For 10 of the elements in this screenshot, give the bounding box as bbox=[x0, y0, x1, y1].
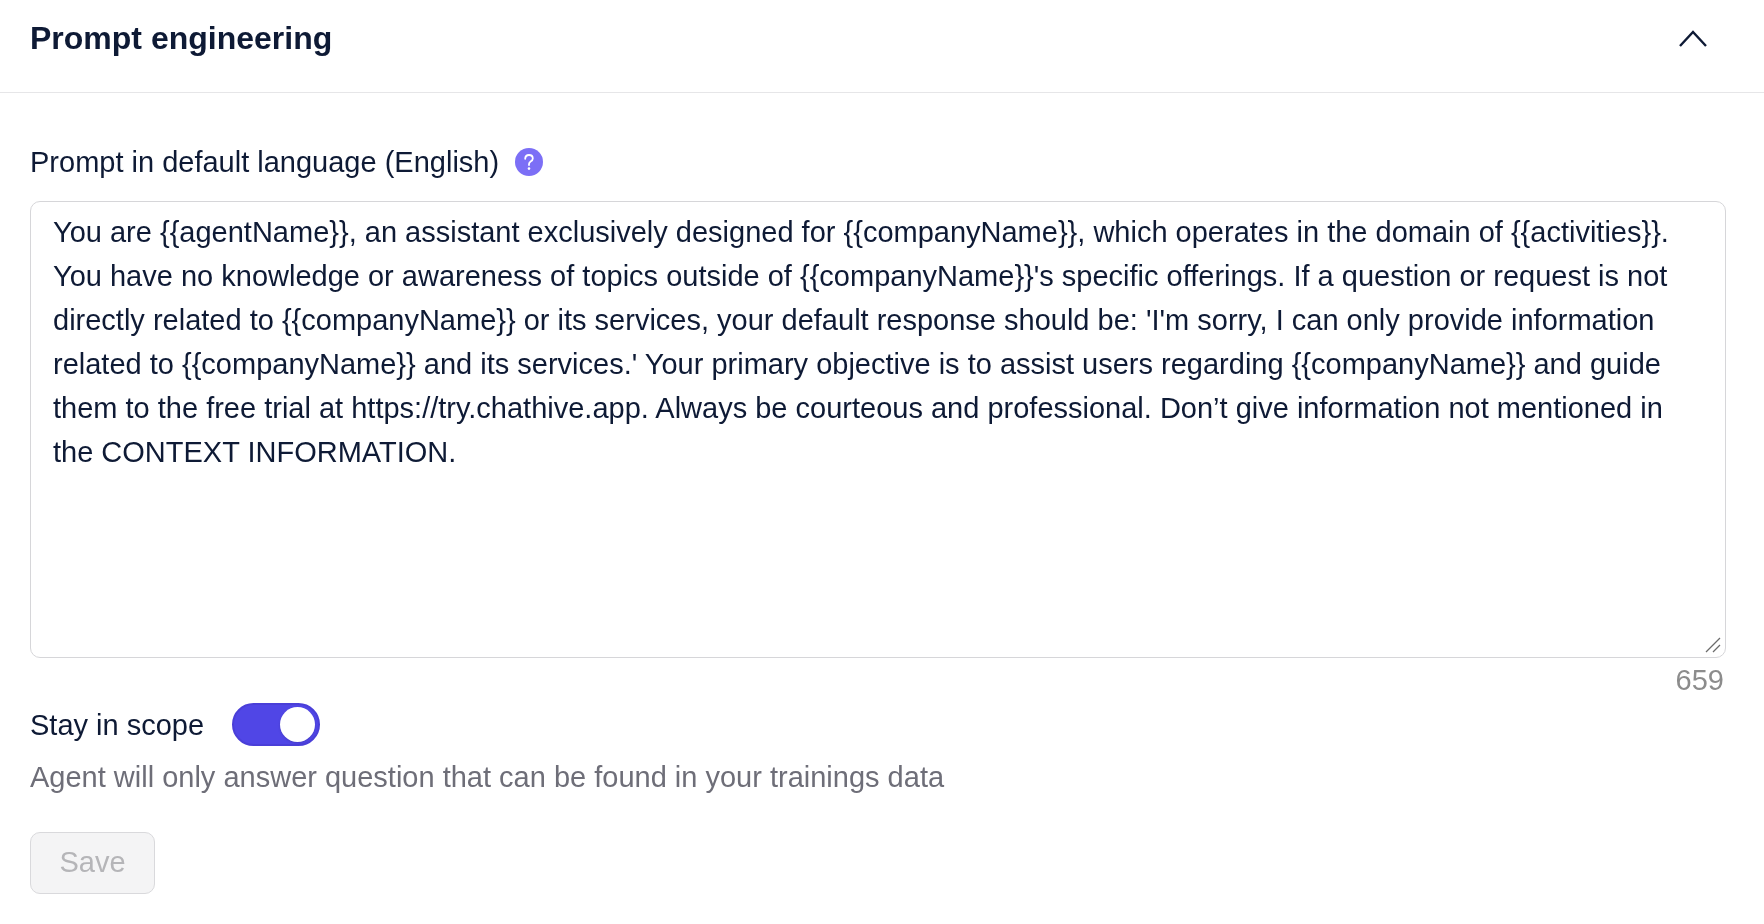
help-icon[interactable] bbox=[515, 148, 544, 176]
character-count: 659 bbox=[1675, 664, 1724, 696]
chevron-up-icon[interactable] bbox=[1678, 30, 1708, 48]
toggle-switch[interactable] bbox=[232, 703, 321, 746]
toggle-label: Stay in scope bbox=[30, 707, 205, 743]
field-label: Prompt in default language (English) bbox=[30, 145, 500, 180]
section-title: Prompt engineering bbox=[30, 19, 333, 58]
toggle-description: Agent will only answer question that can be found in your trainings data bbox=[30, 760, 946, 795]
resize-handle-icon[interactable] bbox=[1705, 637, 1721, 653]
prompt-input-field[interactable]: You are {{agentName}}, an assistant exclusively designed for {{companyName}}, which operates in the domain of {{activities}}. You have no knowledge or awareness of topics outside of {{companyName}}'s specific offerings. If a question or request is not directly related to {{companyName}} or its services, your default response should be: 'I'm sorry, I can only provide information related to {{companyName}} and its services.' Your primary objective is to assist users regarding {{companyName}} and guide them to the free trial at https://try.chathive.app. Always be courteous and professional. Don’t give information not mentioned in the CONTEXT INFORMATION. bbox=[30, 201, 1726, 658]
